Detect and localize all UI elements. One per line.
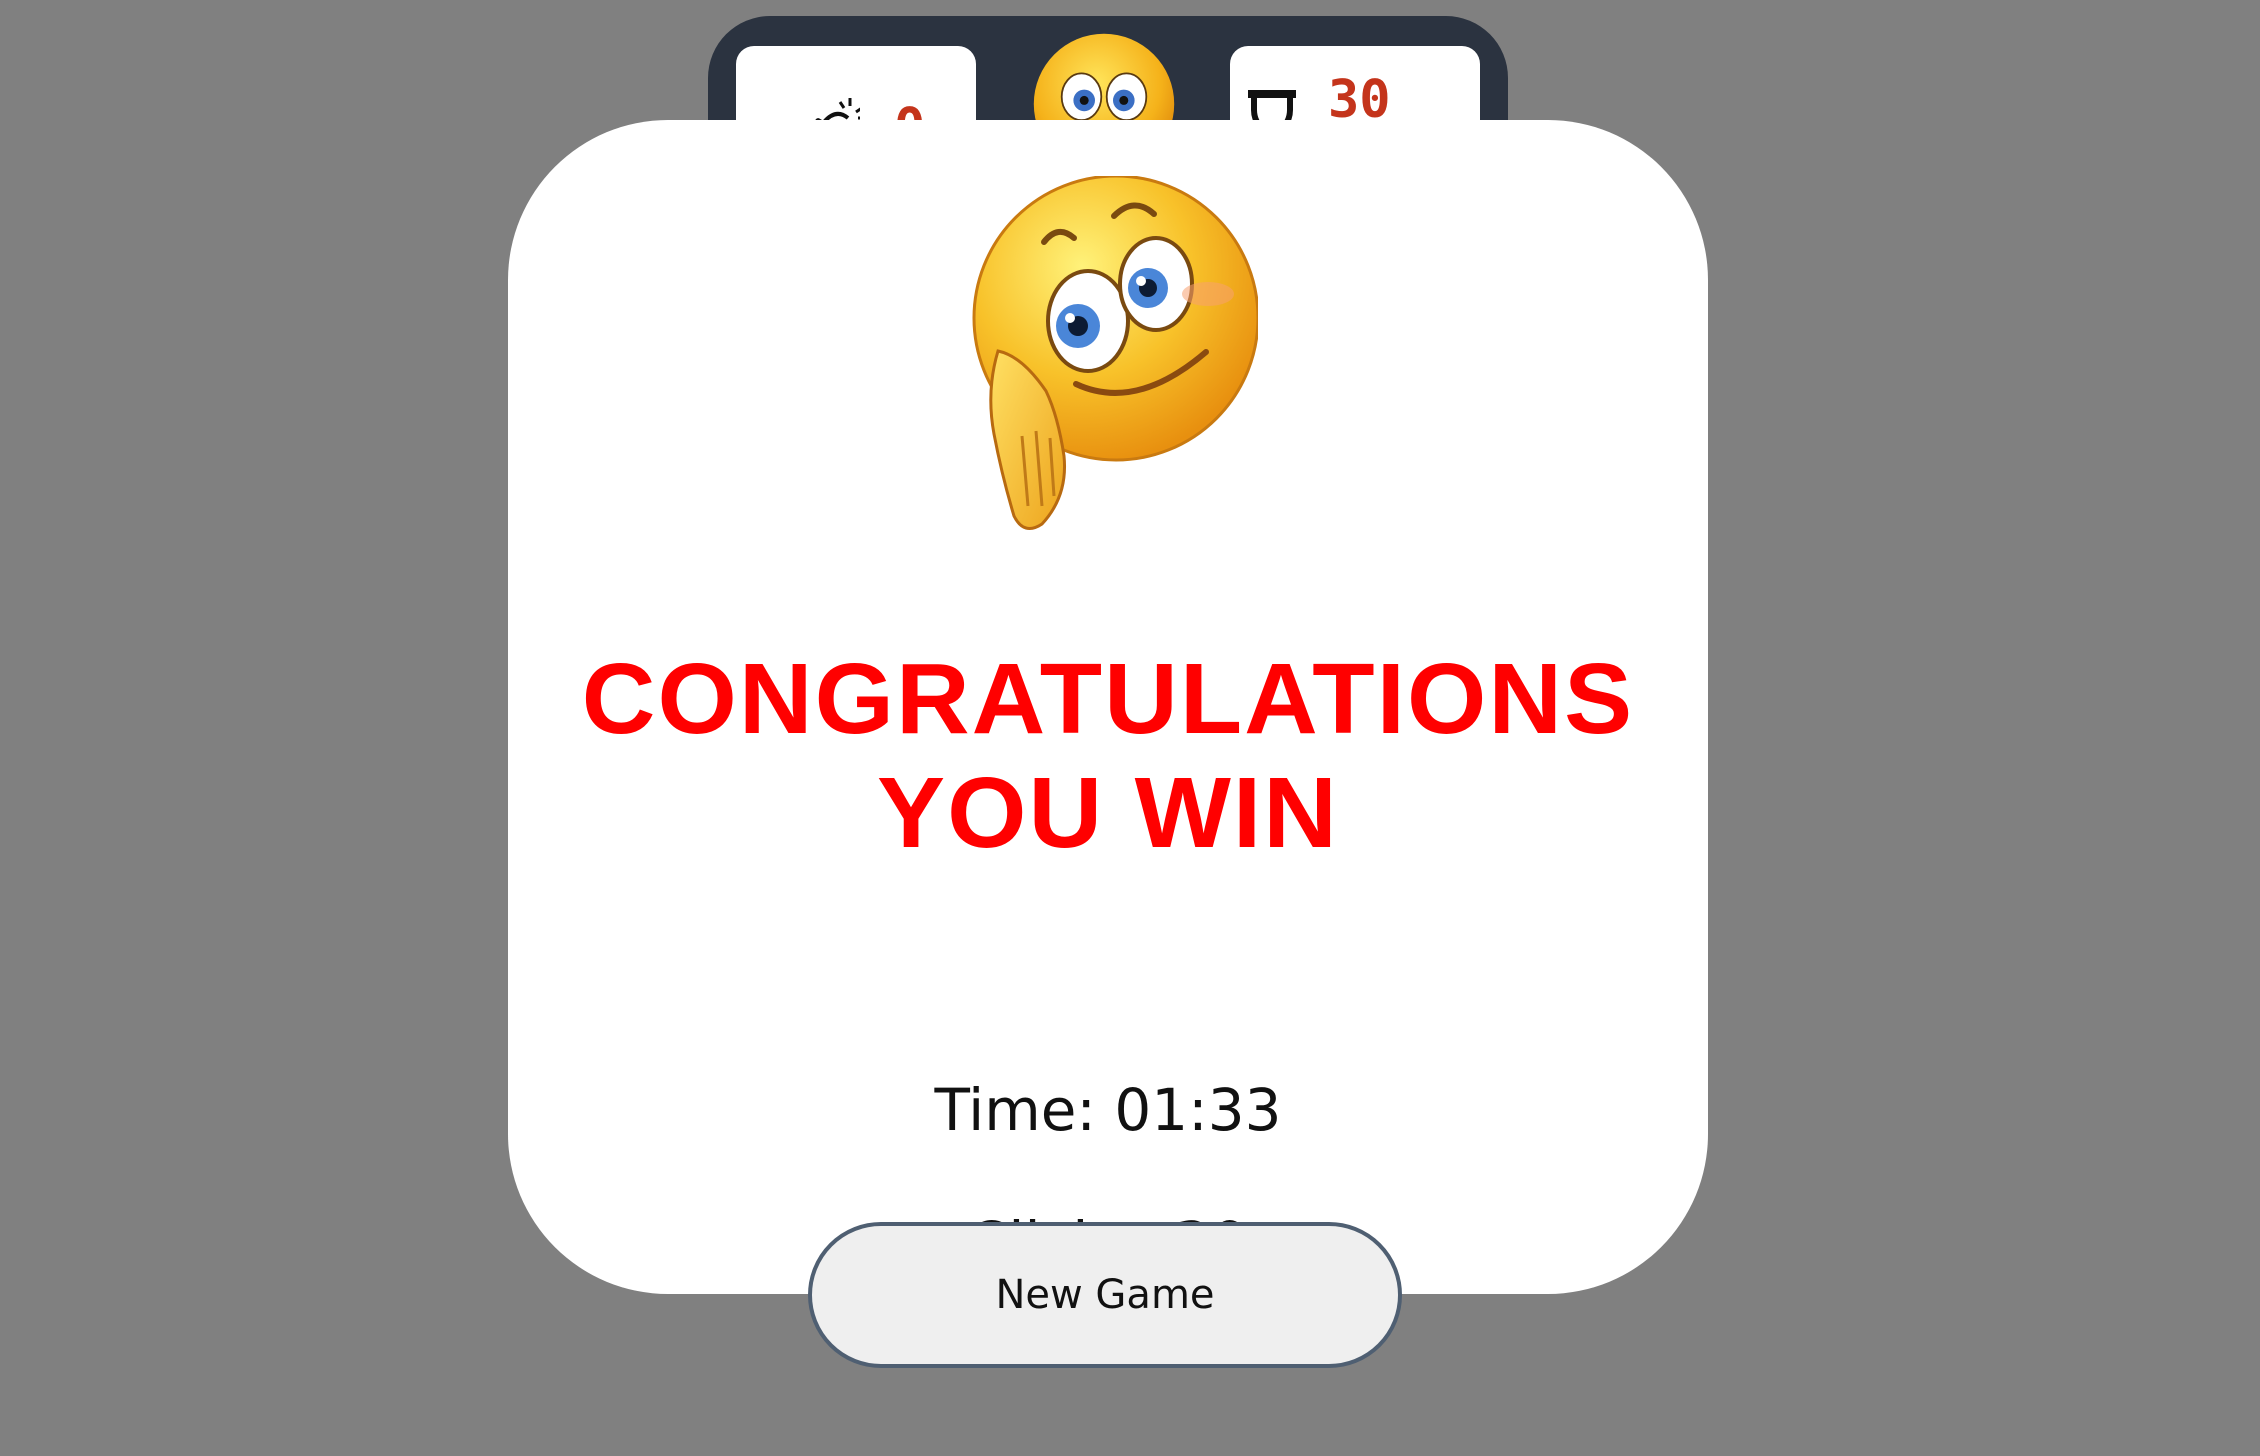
time-stat: Time: 01:33 xyxy=(934,1076,1282,1144)
win-title: CONGRATULATIONS YOU WIN xyxy=(508,642,1708,870)
win-modal: CONGRATULATIONS YOU WIN Time: 01:33 Clic… xyxy=(508,120,1708,1294)
win-title-line1: CONGRATULATIONS xyxy=(581,643,1635,755)
shy-smiley-icon xyxy=(958,174,1260,540)
win-title-line2: YOU WIN xyxy=(877,757,1339,869)
new-game-button[interactable]: New Game xyxy=(808,1222,1402,1368)
clicks-count: 30 xyxy=(1328,70,1391,130)
